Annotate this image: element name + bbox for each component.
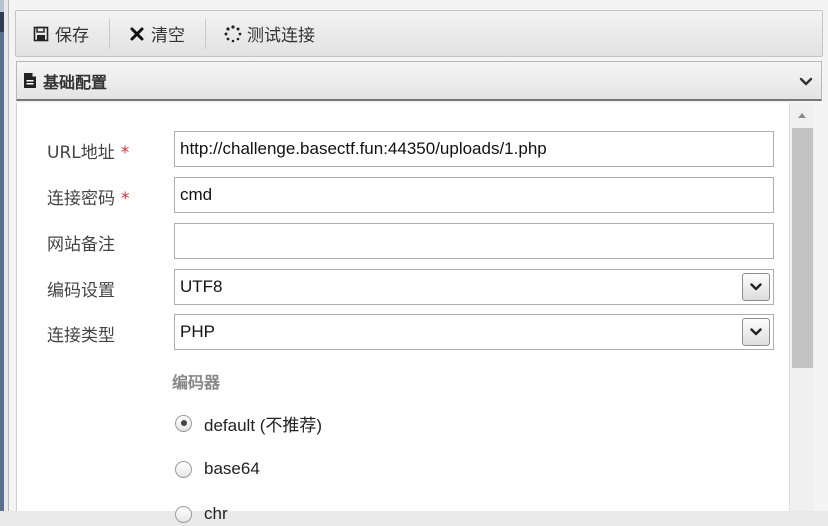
window-edge bbox=[0, 0, 4, 511]
section-title: 基础配置 bbox=[43, 72, 108, 92]
encoder-option-label: chr bbox=[204, 504, 228, 523]
floppy-disk-icon bbox=[32, 25, 50, 43]
clear-button[interactable]: 清空 bbox=[122, 10, 199, 57]
radio-button[interactable] bbox=[175, 414, 192, 432]
note-label: 网站备注 bbox=[47, 235, 115, 255]
note-row: 网站备注 bbox=[17, 223, 790, 259]
chevron-down-icon bbox=[750, 328, 762, 336]
encoding-value: UTF8 bbox=[180, 277, 223, 296]
shell-config-panel: 保存 清空 测试连接 基础配置 URL地址 * http://challenge… bbox=[8, 0, 828, 523]
document-icon bbox=[23, 72, 37, 89]
required-marker: * bbox=[121, 189, 130, 209]
chevron-down-icon bbox=[750, 283, 762, 291]
form-content: URL地址 * http://challenge.basectf.fun:4435… bbox=[16, 103, 790, 523]
url-label: URL地址 * bbox=[47, 143, 130, 163]
clear-label: 清空 bbox=[151, 26, 185, 46]
radio-button[interactable] bbox=[175, 505, 192, 523]
note-input[interactable] bbox=[174, 223, 774, 259]
vertical-scrollbar[interactable] bbox=[789, 103, 814, 511]
basic-config-header[interactable]: 基础配置 bbox=[16, 61, 822, 101]
url-row: URL地址 * http://challenge.basectf.fun:4435… bbox=[17, 131, 790, 167]
encoding-dropdown-button[interactable] bbox=[742, 273, 770, 301]
save-button[interactable]: 保存 bbox=[26, 10, 103, 57]
encoder-option-label: default (不推荐) bbox=[204, 415, 323, 435]
test-connection-button[interactable]: 测试连接 bbox=[218, 10, 329, 57]
encoder-option-chr[interactable]: chr bbox=[175, 502, 228, 526]
password-input[interactable]: cmd bbox=[174, 177, 774, 213]
scrollbar-thumb[interactable] bbox=[792, 128, 813, 368]
password-label: 连接密码 * bbox=[47, 189, 130, 209]
scroll-up-arrow-icon[interactable] bbox=[790, 103, 814, 127]
type-row: 连接类型 PHP bbox=[17, 314, 790, 350]
encoder-option-default[interactable]: default (不推荐) bbox=[175, 411, 322, 435]
password-row: 连接密码 * cmd bbox=[17, 177, 790, 213]
radio-button[interactable] bbox=[175, 460, 192, 478]
encoding-label: 编码设置 bbox=[47, 281, 115, 301]
type-label: 连接类型 bbox=[47, 326, 115, 346]
panel-right-edge bbox=[814, 103, 828, 511]
test-connection-label: 测试连接 bbox=[247, 26, 315, 46]
toolbar-divider bbox=[109, 18, 110, 49]
encoder-option-label: base64 bbox=[204, 459, 260, 478]
spinner-icon bbox=[224, 24, 242, 43]
toolbar: 保存 清空 测试连接 bbox=[15, 10, 823, 57]
encoder-title: 编码器 bbox=[172, 373, 221, 392]
toolbar-divider bbox=[205, 18, 206, 49]
encoding-row: 编码设置 UTF8 bbox=[17, 269, 790, 305]
save-label: 保存 bbox=[55, 26, 89, 46]
radio-dot bbox=[180, 420, 187, 426]
type-dropdown-button[interactable] bbox=[742, 318, 770, 346]
url-input[interactable]: http://challenge.basectf.fun:44350/uploa… bbox=[174, 131, 774, 167]
required-marker: * bbox=[120, 143, 130, 163]
type-select[interactable]: PHP bbox=[174, 314, 774, 350]
chevron-down-icon[interactable] bbox=[799, 74, 813, 93]
type-value: PHP bbox=[180, 322, 215, 341]
encoding-select[interactable]: UTF8 bbox=[174, 269, 774, 305]
close-icon bbox=[128, 25, 146, 43]
encoder-option-base64[interactable]: base64 bbox=[175, 457, 260, 481]
